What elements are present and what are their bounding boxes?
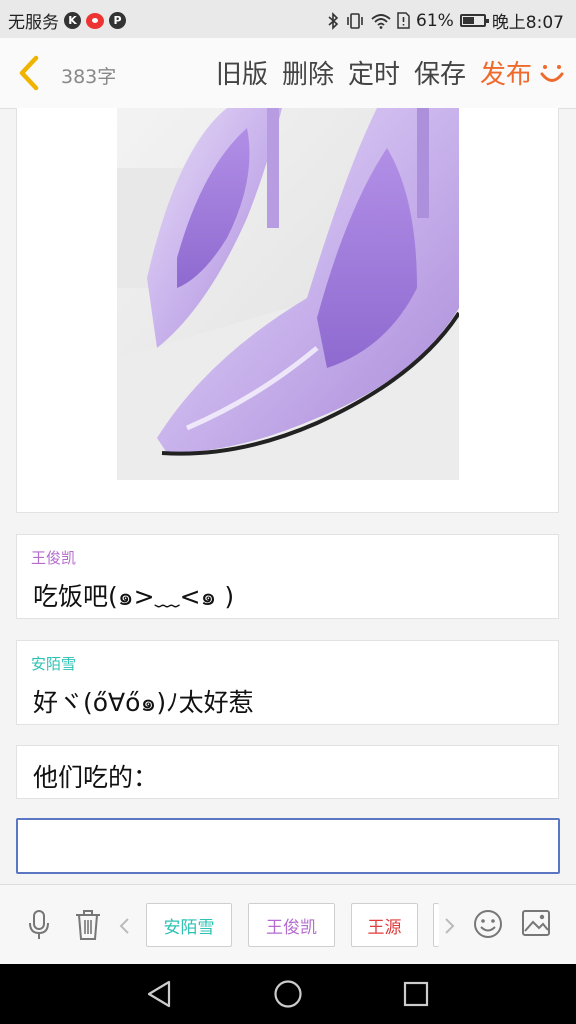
nav-home-icon[interactable] [273, 979, 303, 1009]
dialog-card[interactable]: 安陌雪 好ヾ(ő∀ő๑)ﾉ太好惹 [16, 640, 559, 725]
character-tag-anmoxue[interactable]: 安陌雪 [146, 903, 232, 947]
save-button[interactable]: 保存 [414, 54, 466, 91]
microphone-icon[interactable] [28, 909, 50, 941]
bottom-toolbar: 安陌雪 王俊凯 王源 [0, 884, 576, 965]
scroll-left-chevron-icon[interactable] [118, 917, 130, 935]
smile-icon[interactable] [538, 59, 566, 87]
vibrate-icon [347, 12, 363, 29]
scroll-right-chevron-icon[interactable] [444, 917, 456, 935]
battery-icon [459, 14, 489, 27]
nav-back-icon[interactable] [146, 980, 172, 1008]
schedule-button[interactable]: 定时 [348, 54, 400, 91]
carrier-text: 无服务 [8, 13, 59, 33]
character-tag-wangyuan[interactable]: 王源 [351, 903, 418, 947]
purple-heels-photo[interactable] [117, 108, 459, 480]
character-tag-wangjunkai[interactable]: 王俊凯 [248, 903, 335, 947]
dialog-text: 吃饭吧(๑>﹏<๑ ) [33, 582, 235, 611]
dialog-card[interactable]: 王俊凯 吃饭吧(๑>﹏<๑ ) [16, 534, 559, 619]
battery-percent: 61% [416, 10, 454, 31]
old-version-button[interactable]: 旧版 [216, 54, 268, 91]
dialog-text: 好ヾ(ő∀ő๑)ﾉ太好惹 [33, 688, 254, 717]
delete-button[interactable]: 删除 [282, 54, 334, 91]
image-card[interactable] [16, 108, 559, 513]
image-icon[interactable] [521, 909, 551, 937]
sim-alert-icon [397, 12, 410, 29]
bluetooth-icon [328, 11, 339, 30]
speaker-name: 王俊凯 [31, 549, 77, 567]
status-bar: 无服务 K P 61% 晚上8:07 [0, 0, 576, 38]
weibo-notification-icon [86, 12, 104, 29]
narration-card[interactable]: 他们吃的： [16, 745, 559, 799]
system-navigation-bar [0, 964, 576, 1024]
word-count: 383字 [61, 66, 117, 88]
text-input[interactable] [16, 818, 560, 874]
nav-recents-icon[interactable] [403, 981, 429, 1007]
back-chevron-icon[interactable] [14, 55, 46, 91]
p-notification-icon: P [109, 12, 126, 29]
character-tag-partial[interactable] [433, 903, 439, 947]
narration-text: 他们吃的： [33, 763, 159, 792]
wifi-icon [371, 13, 391, 29]
speaker-name: 安陌雪 [31, 655, 77, 673]
emoji-icon[interactable] [473, 909, 503, 939]
trash-icon[interactable] [74, 909, 102, 941]
clock: 晚上8:07 [491, 13, 564, 33]
header-actions: 旧版 删除 定时 保存 发布 [202, 54, 566, 91]
editor-header: 383字 旧版 删除 定时 保存 发布 [0, 38, 576, 109]
publish-button[interactable]: 发布 [480, 54, 532, 91]
kuwo-notification-icon: K [64, 12, 81, 29]
